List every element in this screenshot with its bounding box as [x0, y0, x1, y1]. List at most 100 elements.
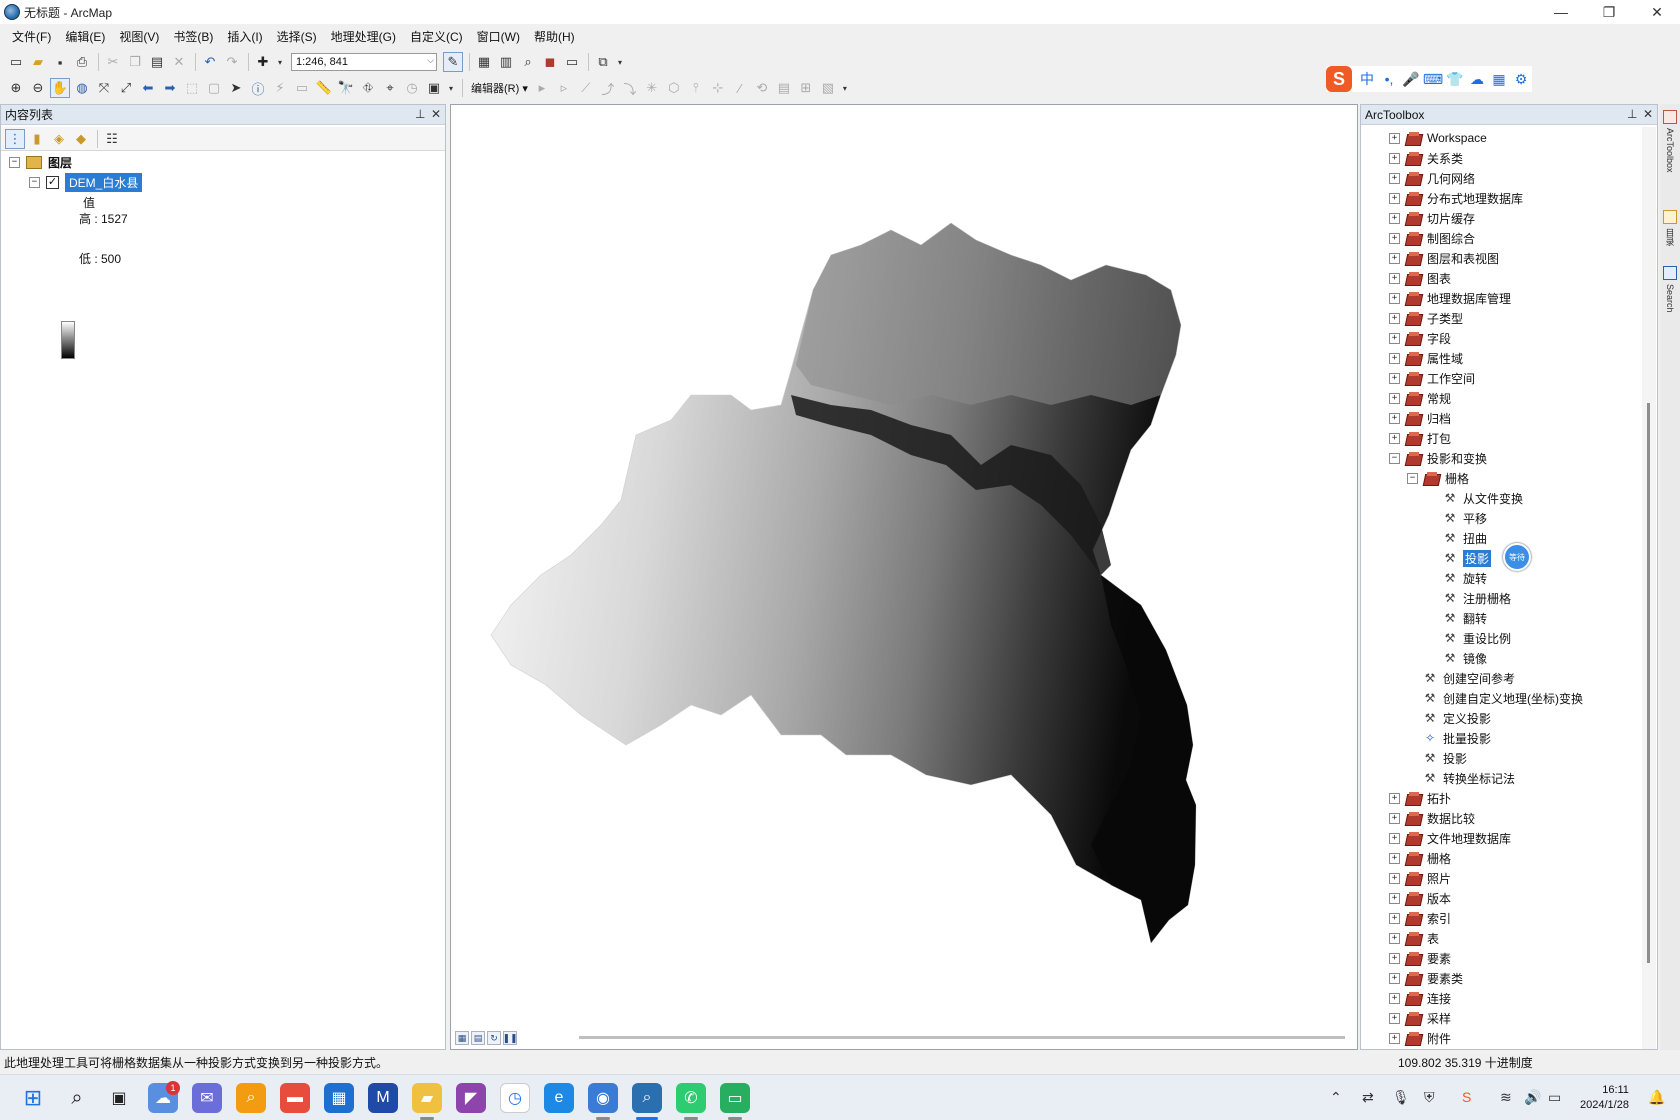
expand-icon[interactable]: + [1389, 932, 1400, 944]
toolbox-item-row[interactable]: + 图表 [1389, 269, 1451, 287]
microphone-icon[interactable]: 🎙 [1392, 1089, 1410, 1106]
toolbox-item-row[interactable]: + 图层和表视图 [1389, 249, 1499, 267]
pin-icon[interactable]: ⊥ [415, 107, 425, 121]
task-view-icon[interactable]: ▣ [104, 1083, 134, 1113]
tool-item-row[interactable]: ⚒ 重设比例 [1443, 629, 1511, 647]
edge-browser-icon[interactable]: e [544, 1083, 574, 1113]
editor-menu[interactable]: 编辑器(R) ▾ [467, 80, 532, 96]
expand-icon[interactable]: + [1389, 332, 1400, 344]
edit-vertices-icon[interactable]: ⬡ [664, 78, 684, 98]
go-to-xy-icon[interactable]: ⌖ [380, 78, 400, 98]
menu-selection[interactable]: 选择(S) [271, 28, 323, 45]
save-icon[interactable]: ▪ [50, 52, 70, 72]
expand-icon[interactable]: + [1389, 372, 1400, 384]
new-document-icon[interactable]: ▭ [6, 52, 26, 72]
end-point-arc-icon[interactable]: ⤴ [598, 78, 618, 98]
measure-icon[interactable]: 📏 [314, 78, 334, 98]
editor-options-icon[interactable]: ▾ [840, 78, 850, 98]
wechat-icon[interactable]: ✆ [676, 1083, 706, 1113]
toolbox-item-row[interactable]: + 子类型 [1389, 309, 1463, 327]
clock-app-icon[interactable]: ◷ [500, 1083, 530, 1113]
collapse-icon[interactable]: − [29, 176, 40, 188]
expand-icon[interactable]: + [1389, 392, 1400, 404]
layer-row-dem[interactable]: − ✓ DEM_白水县 [29, 172, 143, 192]
paste-icon[interactable]: ▤ [147, 52, 167, 72]
toolbox-item-row[interactable]: + 照片 [1389, 869, 1451, 887]
fixed-zoom-in-icon[interactable]: ⤧ [94, 78, 114, 98]
list-by-drawing-order-icon[interactable]: ⋮ [5, 128, 25, 149]
restore-button[interactable]: ❐ [1586, 0, 1632, 24]
toolbox-item-row[interactable]: + 栅格 [1389, 849, 1451, 867]
expand-icon[interactable]: + [1389, 192, 1400, 204]
skin-icon[interactable]: 👕 [1444, 68, 1466, 90]
catalog-icon[interactable]: ▥ [496, 52, 516, 72]
toolbox-item-row[interactable]: + 关系类 [1389, 149, 1463, 167]
tool-item-row[interactable]: ✧ 批量投影 [1423, 729, 1491, 747]
close-icon[interactable]: ✕ [431, 107, 441, 121]
layout-view-icon[interactable]: ▤ [471, 1031, 485, 1045]
pan-icon[interactable]: ✋ [50, 78, 70, 98]
collapse-icon[interactable]: − [9, 156, 20, 168]
full-extent-icon[interactable]: ◍ [72, 78, 92, 98]
search-icon[interactable]: ⌕ [62, 1083, 92, 1113]
toolbox-item-row[interactable]: + 属性域 [1389, 349, 1463, 367]
tool-item-row[interactable]: ⚒ 投影 [1443, 549, 1492, 567]
red-app-icon[interactable]: ▬ [280, 1083, 310, 1113]
clear-selection-icon[interactable]: ▢ [204, 78, 224, 98]
minimize-button[interactable]: — [1538, 0, 1584, 24]
expand-icon[interactable]: + [1389, 412, 1400, 424]
forward-extent-icon[interactable]: ➡ [160, 78, 180, 98]
close-icon[interactable]: ✕ [1643, 107, 1653, 121]
pause-drawing-icon[interactable]: ❚❚ [502, 1031, 518, 1045]
add-data-dropdown-icon[interactable]: ▾ [275, 52, 285, 72]
fixed-zoom-out-icon[interactable]: ⤢ [116, 78, 136, 98]
rotate-icon[interactable]: ⟲ [752, 78, 772, 98]
settings-gear-icon[interactable]: ⚙ [1510, 68, 1532, 90]
map-view[interactable]: ▦ ▤ ↻ ❚❚ [450, 104, 1358, 1050]
pin-icon[interactable]: ⊥ [1627, 107, 1637, 121]
zoom-in-icon[interactable]: ⊕ [6, 78, 26, 98]
toolbox-item-row[interactable]: + 版本 [1389, 889, 1451, 907]
expand-icon[interactable]: + [1389, 152, 1400, 164]
toolbox-item-row[interactable]: + Workspace [1389, 129, 1487, 147]
system-clock[interactable]: 16:11 2024/1/28 [1580, 1083, 1629, 1113]
dock-tab-arctoolbox[interactable]: ArcToolbox [1662, 108, 1678, 194]
expand-icon[interactable]: + [1389, 812, 1400, 824]
expand-icon[interactable]: + [1389, 852, 1400, 864]
list-by-source-icon[interactable]: ▮ [27, 129, 47, 149]
volume-icon[interactable]: 🔊 [1524, 1089, 1541, 1106]
split-icon[interactable]: ⁄ [730, 78, 750, 98]
windows-start-icon[interactable]: ⊞ [18, 1083, 48, 1113]
collapse-icon[interactable]: − [1407, 472, 1418, 484]
layers-root-row[interactable]: − 图层 [9, 153, 72, 171]
chevron-up-icon[interactable]: ⌃ [1330, 1089, 1342, 1106]
reshape-icon[interactable]: ⫯ [686, 78, 706, 98]
cut-polygons-icon[interactable]: ⊹ [708, 78, 728, 98]
toolbox-item-row[interactable]: + 文件地理数据库 [1389, 829, 1511, 847]
sogou-tray-icon[interactable]: S [1462, 1089, 1471, 1105]
find-icon[interactable]: 🔭 [336, 78, 356, 98]
toolbox-item-row[interactable]: − 栅格 [1407, 469, 1469, 487]
expand-icon[interactable]: + [1389, 892, 1400, 904]
tool-item-row[interactable]: ⚒ 创建空间参考 [1423, 669, 1515, 687]
toolbox-item-row[interactable]: + 几何网络 [1389, 169, 1475, 187]
modelbuilder-icon[interactable]: ⧉ [593, 52, 613, 72]
toolbox-item-row[interactable]: + 索引 [1389, 909, 1451, 927]
menu-insert[interactable]: 插入(I) [221, 28, 268, 45]
hyperlink-icon[interactable]: ⚡ [270, 78, 290, 98]
tool-item-row[interactable]: ⚒ 翻转 [1443, 609, 1487, 627]
straight-segment-icon[interactable]: ⟋ [576, 78, 596, 98]
menu-view[interactable]: 视图(V) [113, 28, 165, 45]
toolbox-item-row[interactable]: + 工作空间 [1389, 369, 1475, 387]
toolbox-item-row[interactable]: + 常规 [1389, 389, 1451, 407]
visual-studio-icon[interactable]: ◤ [456, 1083, 486, 1113]
sketch-properties-icon[interactable]: ⊞ [796, 78, 816, 98]
toolbox-item-row[interactable]: + 地理数据库管理 [1389, 289, 1511, 307]
expand-icon[interactable]: + [1389, 292, 1400, 304]
wifi-icon[interactable]: ≋ [1500, 1089, 1512, 1106]
select-elements-icon[interactable]: ➤ [226, 78, 246, 98]
tool-item-row[interactable]: ⚒ 从文件变换 [1443, 489, 1523, 507]
time-slider-icon[interactable]: ◷ [402, 78, 422, 98]
tool-item-row[interactable]: ⚒ 投影 [1423, 749, 1467, 767]
microphone-icon[interactable]: 🎤 [1400, 68, 1422, 90]
